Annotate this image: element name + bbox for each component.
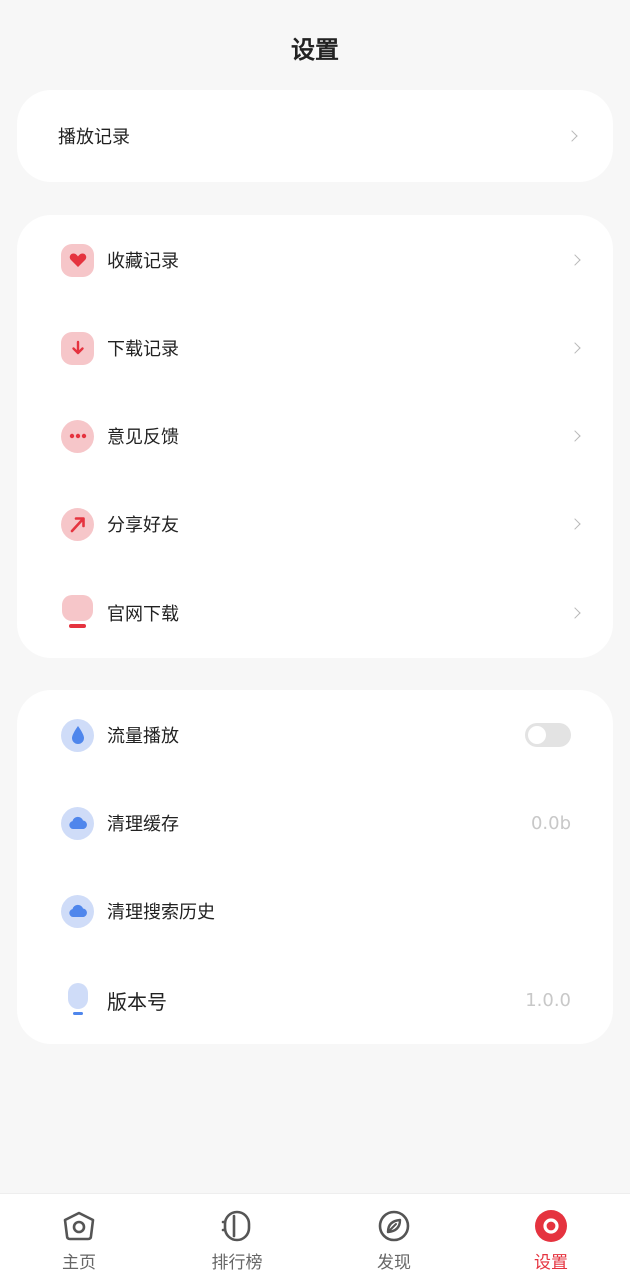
version-item: 版本号 1.0.0	[17, 970, 613, 1030]
cloud-icon	[61, 806, 94, 840]
discover-icon	[378, 1210, 410, 1242]
water-drop-icon	[61, 718, 94, 752]
play-history-label: 播放记录	[58, 127, 130, 148]
cellular-play-label: 流量播放	[107, 726, 179, 747]
share-label: 分享好友	[107, 515, 179, 536]
share-icon	[61, 507, 94, 541]
cellular-play-toggle[interactable]	[525, 723, 571, 747]
website-download-label: 官网下载	[107, 604, 179, 625]
feedback-icon	[61, 419, 94, 453]
page-title: 设置	[291, 36, 339, 64]
tab-home[interactable]: 主页	[34, 1208, 124, 1273]
version-value: 1.0.0	[525, 989, 571, 1011]
chevron-right-icon	[569, 430, 581, 442]
clear-search-history-item[interactable]: 清理搜索历史	[17, 881, 613, 941]
cloud-icon	[61, 894, 94, 928]
cache-size-value: 0.0b	[530, 812, 571, 834]
settings-icon	[535, 1210, 567, 1242]
share-item[interactable]: 分享好友	[17, 494, 613, 554]
history-card: 播放记录	[17, 90, 613, 182]
cellular-play-item: 流量播放	[17, 705, 613, 765]
downloads-item[interactable]: 下载记录	[17, 318, 613, 378]
chevron-right-icon	[566, 130, 578, 142]
chevron-right-icon	[569, 254, 581, 266]
website-download-item[interactable]: 官网下载	[17, 583, 613, 643]
download-icon	[61, 331, 94, 365]
downloads-label: 下载记录	[107, 339, 179, 360]
feedback-label: 意见反馈	[107, 427, 179, 448]
version-icon	[61, 983, 94, 1017]
chevron-right-icon	[569, 518, 581, 530]
chevron-right-icon	[569, 342, 581, 354]
home-icon	[63, 1211, 95, 1241]
tab-ranking-label: 排行榜	[211, 1253, 263, 1273]
favorites-label: 收藏记录	[107, 251, 179, 272]
favorites-item[interactable]: 收藏记录	[17, 230, 613, 290]
clear-cache-item[interactable]: 清理缓存 0.0b	[17, 793, 613, 853]
play-history-item[interactable]: 播放记录	[17, 106, 613, 166]
tab-home-label: 主页	[62, 1253, 96, 1273]
tab-discover[interactable]: 发现	[349, 1208, 439, 1273]
clear-cache-label: 清理缓存	[107, 814, 179, 835]
tab-discover-label: 发现	[377, 1253, 411, 1273]
records-card: 收藏记录 下载记录 意见反馈 分享好友 官网下载	[17, 215, 613, 658]
tab-settings-label: 设置	[534, 1253, 568, 1273]
settings-card: 流量播放 清理缓存 0.0b 清理搜索历史 版本号 1.0.0	[17, 690, 613, 1044]
tab-settings[interactable]: 设置	[506, 1208, 596, 1273]
chevron-right-icon	[569, 607, 581, 619]
bottom-tab-bar: 主页 排行榜 发现 设置	[0, 1193, 630, 1280]
feedback-item[interactable]: 意见反馈	[17, 406, 613, 466]
website-icon	[61, 595, 94, 630]
toggle-knob	[528, 726, 546, 744]
clear-search-history-label: 清理搜索历史	[107, 902, 215, 923]
version-label: 版本号	[107, 989, 167, 1014]
tab-ranking[interactable]: 排行榜	[192, 1208, 282, 1273]
heart-icon	[61, 243, 94, 277]
ranking-icon	[221, 1210, 251, 1242]
